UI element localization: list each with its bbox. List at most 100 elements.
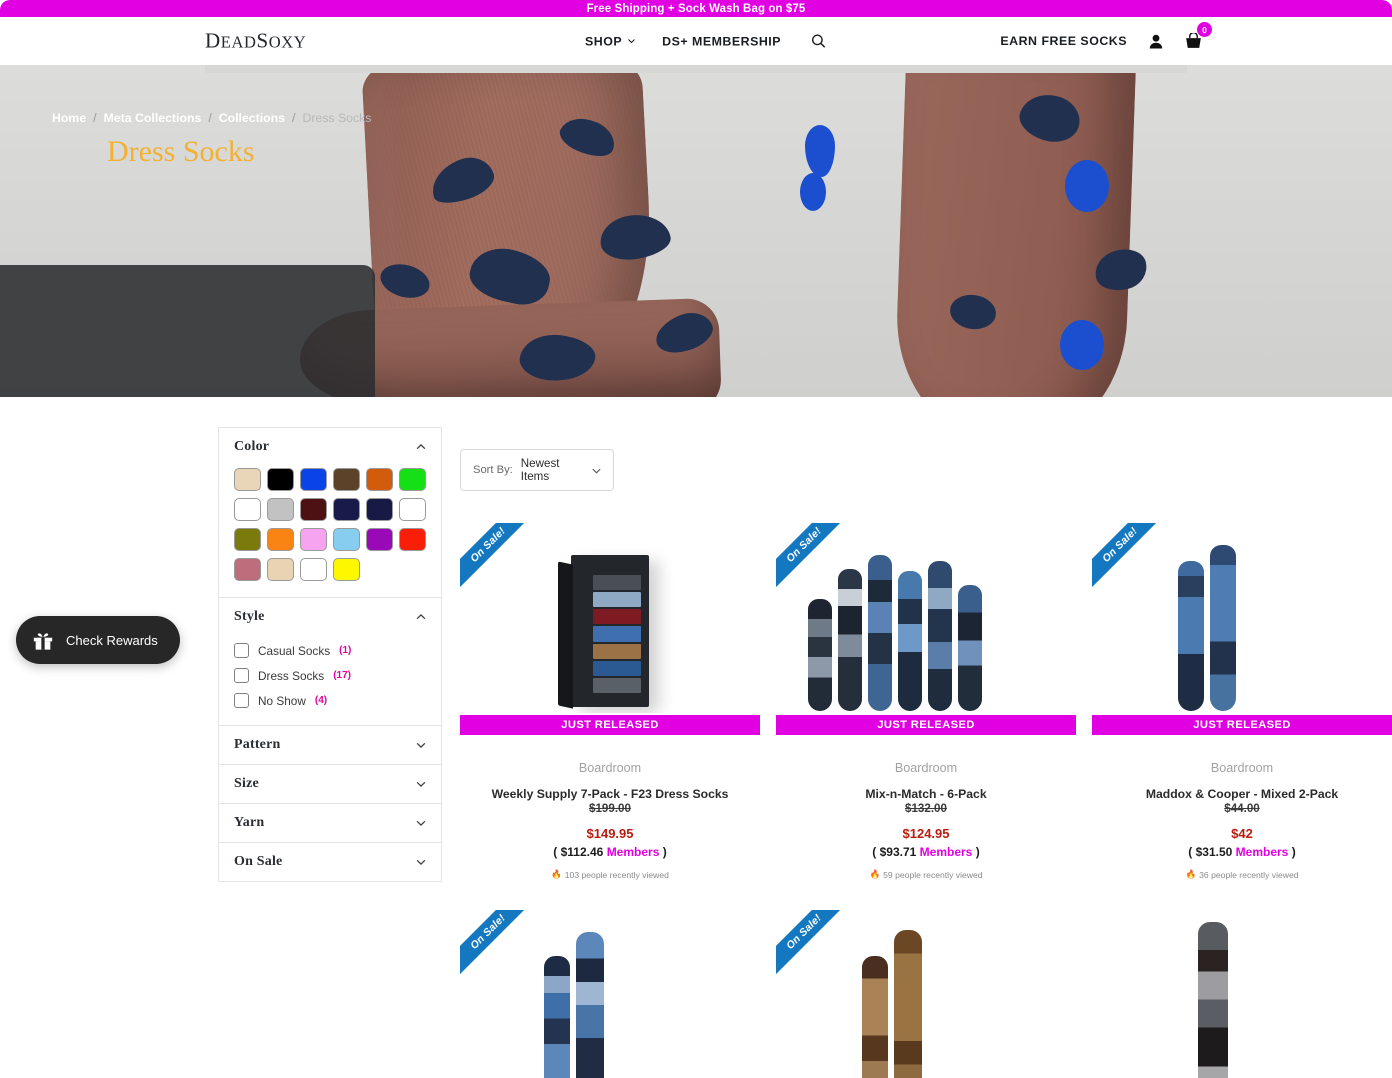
paren-close: )	[975, 845, 980, 860]
product-image[interactable]	[1092, 910, 1392, 1078]
facet-pattern-title: Pattern	[234, 737, 281, 752]
product-member-price: ( $112.46 Members )	[460, 845, 760, 859]
product-card[interactable]: On Sale! JUST RELEASED	[776, 910, 1076, 1078]
product-image[interactable]: On Sale!	[460, 523, 760, 713]
product-card[interactable]: On Sale! JUST RELEASED Boardroom Mix-n-M…	[776, 523, 1076, 880]
checkbox[interactable]	[234, 668, 249, 683]
product-image[interactable]: On Sale!	[1092, 523, 1392, 713]
chevron-down-icon	[416, 820, 426, 826]
color-swatch-7[interactable]	[267, 498, 294, 521]
color-swatch-2[interactable]	[300, 468, 327, 491]
breadcrumb-separator: /	[93, 111, 97, 125]
sort-by-label: Sort By:	[473, 464, 513, 476]
color-swatch-grid	[219, 466, 441, 597]
product-name[interactable]: Weekly Supply 7-Pack - F23 Dress Socks	[460, 787, 760, 801]
color-swatch-17[interactable]	[399, 528, 426, 551]
product-image[interactable]: On Sale!	[776, 523, 1076, 713]
product-card[interactable]: On Sale! JUST RELEASED	[460, 910, 760, 1078]
member-price-value: $93.71	[879, 845, 917, 860]
fire-icon: 🔥	[869, 869, 881, 880]
chevron-down-icon	[416, 742, 426, 748]
product-listing: Sort By: Newest Items On Sale! JUST RELE…	[442, 427, 1392, 1078]
cart-count-badge: 0	[1197, 22, 1212, 37]
recently-viewed: 🔥 59 people recently viewed	[776, 869, 1076, 880]
breadcrumb-item-home[interactable]: Home	[52, 111, 86, 125]
facet-yarn: Yarn	[218, 803, 442, 842]
announcement-bar[interactable]: Free Shipping + Sock Wash Bag on $75	[0, 0, 1392, 17]
facet-pattern-header[interactable]: Pattern	[219, 726, 441, 764]
browser-viewport: Free Shipping + Sock Wash Bag on $75 DEA…	[0, 0, 1392, 1078]
color-swatch-5[interactable]	[399, 468, 426, 491]
style-option-no-show[interactable]: No Show (4)	[234, 688, 426, 713]
color-swatch-14[interactable]	[300, 528, 327, 551]
recently-viewed: 🔥 103 people recently viewed	[460, 869, 760, 880]
facet-color-header[interactable]: Color	[219, 428, 441, 466]
product-card[interactable]: On Sale! JUST RELEASED Boardroom Maddox …	[1092, 523, 1392, 880]
checkbox[interactable]	[234, 643, 249, 658]
fire-icon: 🔥	[551, 869, 562, 880]
product-sale-price: $124.95	[902, 826, 950, 842]
color-swatch-8[interactable]	[300, 498, 327, 521]
chevron-down-icon	[628, 39, 635, 44]
color-swatch-11[interactable]	[399, 498, 426, 521]
product-name[interactable]: Maddox & Cooper - Mixed 2-Pack	[1092, 787, 1392, 801]
primary-nav: SHOP DS+ MEMBERSHIP	[585, 34, 826, 49]
recently-viewed-text: 36 people recently viewed	[1199, 869, 1299, 880]
nav-item-shop[interactable]: SHOP	[585, 34, 636, 48]
checkbox[interactable]	[234, 693, 249, 708]
style-option-dress-socks[interactable]: Dress Socks (17)	[234, 663, 426, 688]
header-actions: EARN FREE SOCKS 0	[1000, 22, 1212, 49]
product-meta: Boardroom Weekly Supply 7-Pack - F23 Dre…	[460, 735, 760, 880]
breadcrumb-item-meta-collections[interactable]: Meta Collections	[104, 111, 202, 125]
cart-button[interactable]: 0	[1185, 22, 1212, 49]
breadcrumb-item-collections[interactable]: Collections	[219, 111, 285, 125]
color-swatch-18[interactable]	[234, 558, 261, 581]
sort-bar: Sort By: Newest Items	[460, 449, 1392, 491]
color-swatch-1[interactable]	[267, 468, 294, 491]
color-swatch-10[interactable]	[366, 498, 393, 521]
facet-size-header[interactable]: Size	[219, 765, 441, 803]
style-option-label: No Show	[258, 693, 306, 708]
color-swatch-21[interactable]	[333, 558, 360, 581]
facet-style-header[interactable]: Style	[219, 598, 441, 636]
breadcrumb: Home / Meta Collections / Collections / …	[52, 111, 371, 125]
facet-yarn-header[interactable]: Yarn	[219, 804, 441, 842]
chevron-down-icon	[416, 781, 426, 787]
color-swatch-20[interactable]	[300, 558, 327, 581]
sort-by-select[interactable]: Sort By: Newest Items	[460, 449, 614, 491]
earn-free-socks-link[interactable]: EARN FREE SOCKS	[1000, 34, 1127, 48]
chevron-down-icon	[416, 859, 426, 865]
product-card[interactable]: On Sale! JUST RELEASED Boardroom Weekly …	[460, 523, 760, 880]
color-swatch-15[interactable]	[333, 528, 360, 551]
search-button[interactable]	[811, 34, 826, 49]
nav-item-membership[interactable]: DS+ MEMBERSHIP	[662, 34, 781, 48]
color-swatch-19[interactable]	[267, 558, 294, 581]
check-rewards-button[interactable]: Check Rewards	[16, 616, 180, 664]
product-image[interactable]: On Sale!	[776, 910, 1076, 1078]
nav-item-shop-label: SHOP	[585, 34, 623, 48]
check-rewards-label: Check Rewards	[66, 632, 158, 648]
hero-banner: Home / Meta Collections / Collections / …	[0, 65, 1392, 397]
product-image[interactable]: On Sale!	[460, 910, 760, 1078]
product-art-brown	[776, 910, 1076, 1078]
members-label: Members	[606, 845, 660, 860]
color-swatch-0[interactable]	[234, 468, 261, 491]
color-swatch-4[interactable]	[366, 468, 393, 491]
color-swatch-3[interactable]	[333, 468, 360, 491]
facet-on-sale-header[interactable]: On Sale	[219, 843, 441, 881]
product-card[interactable]: JUST RELEASED	[1092, 910, 1392, 1078]
paren-close: )	[662, 845, 667, 860]
color-swatch-16[interactable]	[366, 528, 393, 551]
color-swatch-9[interactable]	[333, 498, 360, 521]
site-logo[interactable]: DEADSOXY	[205, 29, 306, 54]
color-swatch-13[interactable]	[267, 528, 294, 551]
color-swatch-12[interactable]	[234, 528, 261, 551]
style-option-casual-socks[interactable]: Casual Socks (1)	[234, 638, 426, 663]
product-grid-row-2: On Sale! JUST RELEASED On Sale!	[460, 910, 1392, 1078]
color-swatch-6[interactable]	[234, 498, 261, 521]
members-label: Members	[1235, 845, 1289, 860]
account-button[interactable]	[1149, 34, 1163, 49]
product-art-blue-stripe	[460, 910, 760, 1078]
product-grid-row-1: On Sale! JUST RELEASED Boardroom Weekly …	[460, 523, 1392, 880]
product-name[interactable]: Mix-n-Match - 6-Pack	[776, 787, 1076, 801]
